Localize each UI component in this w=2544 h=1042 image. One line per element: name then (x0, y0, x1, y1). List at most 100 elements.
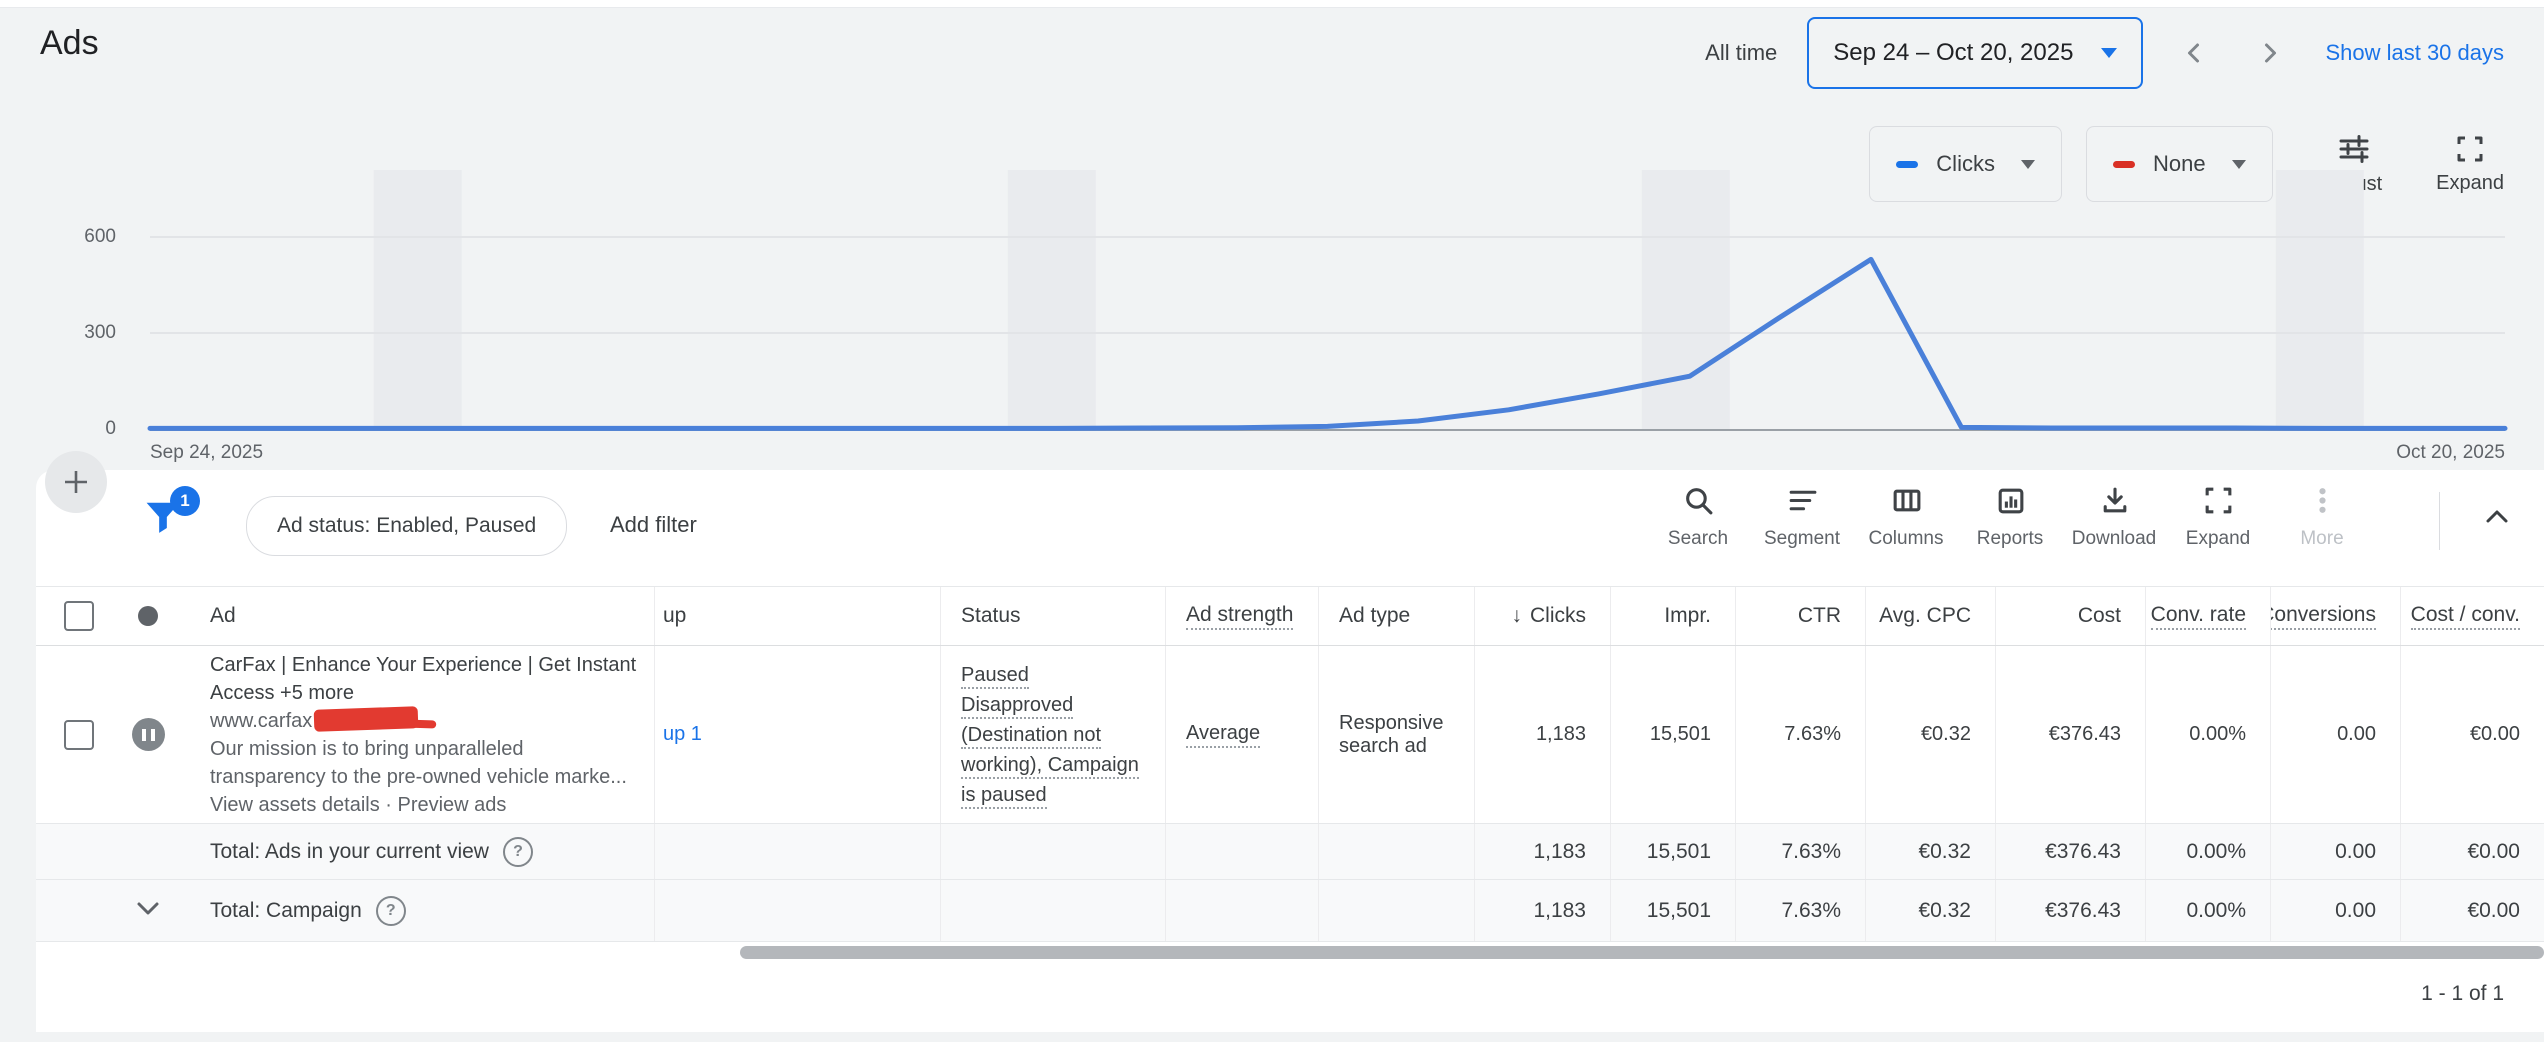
columns-icon (1890, 484, 1923, 522)
total-cell-status (940, 824, 1165, 879)
reports-icon (1994, 484, 2027, 522)
header-cell-status[interactable]: Status (940, 587, 1165, 645)
expand-total-button[interactable] (131, 891, 165, 931)
action-label: More (2300, 528, 2343, 550)
total-cell-adgroup (654, 880, 940, 941)
header-cell-convrate[interactable]: Conv. rate (2145, 587, 2270, 645)
ad-description: Our mission is to bring unparalleled tra… (210, 738, 627, 788)
header-cell-cpc[interactable]: Avg. CPC (1865, 587, 1995, 645)
download-button[interactable]: Download (2062, 484, 2166, 550)
horizontal-scrollbar-thumb[interactable] (740, 946, 2544, 959)
row-cell-cost: €376.43 (1995, 646, 2145, 823)
redacted-url-scribble (314, 706, 419, 732)
total-cell-clicks: 1,183 (1474, 824, 1610, 879)
status-dot-column-icon (138, 606, 158, 626)
dropdown-caret-icon (2232, 160, 2246, 169)
segment-button[interactable]: Segment (1750, 484, 1854, 550)
total-label-text: Total: Campaign (210, 899, 362, 923)
search-button[interactable]: Search (1646, 484, 1750, 550)
ad-display-url: www.carfax (210, 710, 312, 732)
ad-more-link[interactable]: +5 more (280, 682, 354, 704)
header-cell-select[interactable] (36, 587, 112, 645)
header-cell-impr[interactable]: Impr. (1610, 587, 1735, 645)
total-cell-select (36, 880, 112, 941)
column-label-status: Status (961, 604, 1021, 628)
header-cell-ctr[interactable]: CTR (1735, 587, 1865, 645)
total-cell-select (36, 824, 112, 879)
total-cell-cost: €376.43 (1995, 880, 2145, 941)
collapse-table-button[interactable] (2480, 500, 2514, 539)
total-metric-cpc: €0.32 (1918, 899, 1971, 923)
previous-period-button[interactable] (2179, 38, 2209, 68)
weekend-band (374, 170, 462, 429)
total-metric-cost: €376.43 (2045, 840, 2121, 864)
filter-button[interactable]: 1 (140, 494, 192, 546)
total-metric-ctr: 7.63% (1781, 840, 1841, 864)
header-cell-adgroup[interactable]: up (654, 587, 940, 645)
expand-button[interactable]: Expand (2166, 484, 2270, 550)
y-tick-label: 0 (40, 418, 116, 440)
metric-convrate: 0.00% (2189, 723, 2246, 746)
show-last-30-days-link[interactable]: Show last 30 days (2325, 40, 2504, 66)
total-metric-convrate: 0.00% (2186, 899, 2246, 923)
ads-table-panel: 1 Ad status: Enabled, Paused Add filter … (36, 470, 2544, 1032)
row-cell-ad: CarFax | Enhance Your Experience | Get I… (184, 646, 654, 823)
date-range-selector[interactable]: Sep 24 – Oct 20, 2025 (1807, 17, 2143, 89)
action-label: Download (2072, 528, 2157, 550)
table-row: CarFax | Enhance Your Experience | Get I… (36, 646, 2544, 824)
chevron-right-icon (2255, 38, 2285, 68)
row-cell-strength: Average (1165, 646, 1318, 823)
next-period-button[interactable] (2255, 38, 2285, 68)
row-checkbox[interactable] (64, 720, 94, 750)
metric1-color-dash (1896, 161, 1918, 168)
add-filter-button[interactable]: Add filter (610, 496, 697, 554)
weekend-band (1008, 170, 1096, 429)
help-icon[interactable]: ? (376, 896, 406, 926)
header-cell-strength[interactable]: Ad strength (1165, 587, 1318, 645)
header-cell-adtype[interactable]: Ad type (1318, 587, 1474, 645)
total-row-campaign: Total: Campaign?1,18315,5017.63%€0.32€37… (36, 880, 2544, 942)
metric-conversions: 0.00 (2337, 723, 2376, 746)
header-cell-costconv[interactable]: Cost / conv. (2400, 587, 2544, 645)
metric-cost: €376.43 (2049, 723, 2121, 746)
column-label-cpc: Avg. CPC (1879, 604, 1971, 628)
column-label-cost: Cost (2078, 604, 2121, 628)
column-label-ad: Ad (210, 604, 236, 628)
total-row-current-view: Total: Ads in your current view?1,18315,… (36, 824, 2544, 880)
x-axis-start-label: Sep 24, 2025 (150, 442, 263, 464)
total-label: Total: Campaign? (210, 896, 406, 926)
top-app-strip (0, 0, 2544, 8)
dropdown-caret-icon (2101, 48, 2117, 58)
ad-group-link[interactable]: up 1 (663, 723, 702, 746)
total-cell-costconv: €0.00 (2400, 824, 2544, 879)
column-label-costconv: Cost / conv. (2411, 603, 2520, 630)
row-cell-clicks: 1,183 (1474, 646, 1610, 823)
total-cell-status-dot (112, 880, 184, 941)
status-primary: Paused (961, 664, 1029, 689)
add-ad-button[interactable] (45, 451, 107, 513)
header-cell-clicks[interactable]: ↓Clicks (1474, 587, 1610, 645)
row-cell-ctr: 7.63% (1735, 646, 1865, 823)
total-cell-impr: 15,501 (1610, 880, 1735, 941)
columns-button[interactable]: Columns (1854, 484, 1958, 550)
filter-chip-ad-status[interactable]: Ad status: Enabled, Paused (246, 496, 567, 556)
reports-button[interactable]: Reports (1958, 484, 2062, 550)
row-cell-cpc: €0.32 (1865, 646, 1995, 823)
x-axis-end-label: Oct 20, 2025 (2396, 442, 2505, 464)
total-cell-strength (1165, 880, 1318, 941)
ad-headline: CarFax | Enhance Your Experience | Get I… (210, 654, 636, 704)
search-icon (1682, 484, 1715, 522)
select-all-checkbox[interactable] (64, 601, 94, 631)
total-cell-strength (1165, 824, 1318, 879)
header-cell-status-dot[interactable] (112, 587, 184, 645)
header-cell-conversions[interactable]: Conversions (2270, 587, 2400, 645)
more-button: More (2270, 484, 2374, 550)
header-cell-ad[interactable]: Ad (184, 587, 654, 645)
help-icon[interactable]: ? (503, 837, 533, 867)
date-preset-label: All time (1705, 40, 1777, 66)
dropdown-caret-icon (2021, 160, 2035, 169)
ad-links[interactable]: View assets details · Preview ads (210, 794, 506, 816)
total-cell-ctr: 7.63% (1735, 880, 1865, 941)
header-cell-cost[interactable]: Cost (1995, 587, 2145, 645)
total-metric-ctr: 7.63% (1781, 899, 1841, 923)
